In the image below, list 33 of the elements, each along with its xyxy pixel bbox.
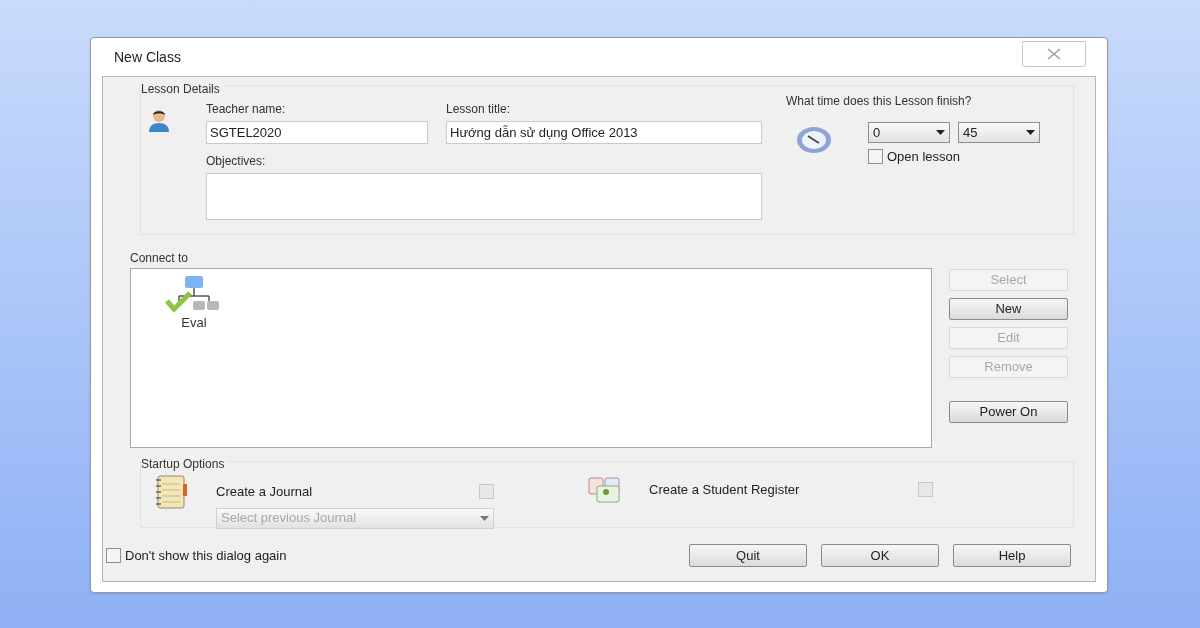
checkbox[interactable] [106,548,121,563]
objectives-field[interactable] [206,173,762,220]
window-title: New Class [113,47,181,67]
caret-icon [480,515,489,521]
option-label: Create a Journal [216,483,313,501]
field-label: Teacher name: [206,101,287,118]
checkbox-label: Don't show this dialog again [125,546,287,565]
checkbox[interactable] [479,484,494,500]
clock-icon [796,126,832,154]
dialog-button[interactable]: OK [821,544,939,567]
close-button[interactable] [1022,41,1086,67]
teacher-name-field[interactable]: SGTEL2020 [206,121,428,144]
connection-item[interactable]: Eval [161,275,227,333]
caret-icon [1026,130,1035,135]
side-button[interactable]: Power On [949,401,1068,423]
dialog-button[interactable]: Quit [689,544,807,567]
notebook-icon [154,474,188,510]
finish-time-question: What time does this Lesson finish? [786,93,973,110]
dialog-button[interactable]: Help [953,544,1071,567]
lesson-title-field[interactable]: Hướng dẫn sử dụng Office 2013 [446,121,762,144]
hour-select[interactable]: 0 [868,122,950,143]
side-button[interactable]: New [949,298,1068,320]
group-title: Connect to [130,250,190,267]
checkbox[interactable] [868,149,883,165]
option-label: Create a Student Register [649,481,800,499]
checkbox[interactable] [918,482,933,498]
field-label: Lesson title: [446,101,512,118]
close-icon [1046,48,1062,60]
person-icon [148,108,170,132]
caret-icon [936,130,945,135]
minute-select[interactable]: 45 [958,122,1040,143]
checkbox-label: Open lesson [887,148,960,166]
field-label: Objectives: [206,153,267,170]
